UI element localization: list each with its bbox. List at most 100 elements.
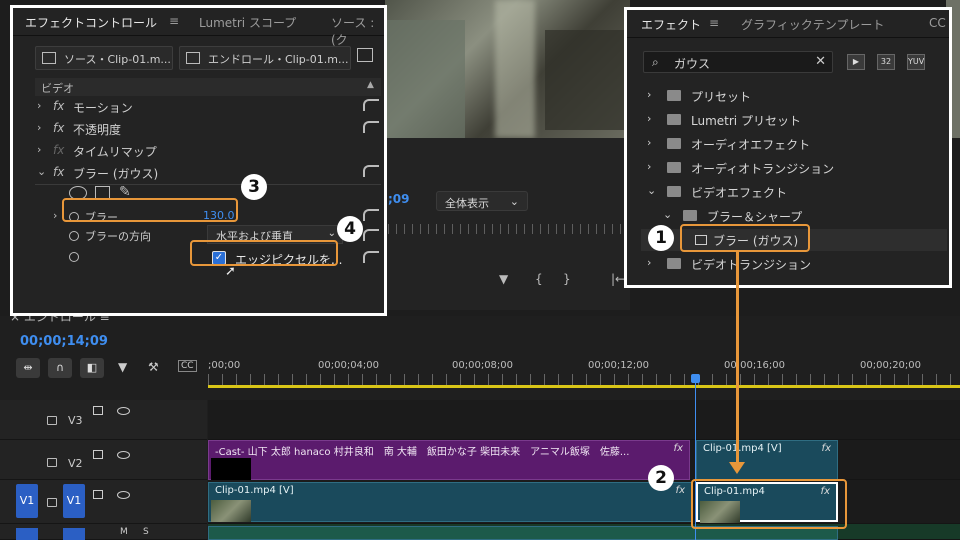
effect-row-time-remap[interactable]: › fx タイムリマップ [35,140,381,162]
divider [35,184,381,185]
blur-reset[interactable] [363,206,381,228]
chevron-right-icon[interactable]: › [647,88,651,101]
program-ruler[interactable] [388,224,630,234]
solo-button[interactable]: S [143,527,149,537]
folder-icon [667,186,681,197]
insert-sequence-icon[interactable]: ⇹ [16,358,40,378]
captions-icon[interactable]: CC [178,360,197,372]
chevron-down-icon: ⌄ [327,228,336,239]
marker-icon[interactable]: ▼ [499,272,508,286]
sync-lock-icon[interactable] [93,450,103,459]
chevron-right-icon[interactable]: › [647,256,651,269]
snap-icon[interactable]: ∩ [48,358,72,378]
chevron-right-icon[interactable]: › [37,121,41,134]
reset-icon[interactable] [363,229,379,241]
reset-icon[interactable] [363,165,379,177]
sync-lock-icon[interactable] [93,406,103,415]
tab-effect-controls[interactable]: エフェクトコントロール [25,14,157,31]
effects-search-input[interactable]: ⌕ ガウス ✕ [643,51,833,73]
tree-item-video-effects[interactable]: ⌄ ビデオエフェクト [647,181,947,203]
clip-v2[interactable]: Clip-01.mp4 [V] fx [696,440,838,480]
eye-icon[interactable] [117,451,130,459]
lock-icon[interactable] [47,416,57,425]
mark-out-icon[interactable]: } [563,272,571,286]
target-clip-button[interactable]: エンドロール・Clip-01.m... [179,46,351,70]
32bit-effects-icon[interactable]: 32 [877,54,895,70]
effect-label: ブラー (ガウス) [73,167,159,181]
chevron-right-icon[interactable]: › [37,143,41,156]
direction-reset[interactable] [363,226,381,248]
accelerated-effects-icon[interactable]: ▶ [847,54,865,70]
chevron-right-icon[interactable]: › [53,209,57,222]
panel-menu-icon[interactable]: ≡ [169,14,179,28]
linked-selection-icon[interactable]: ◧ [80,358,104,378]
fx-icon[interactable]: fx [53,121,64,135]
tree-item-video-transitions[interactable]: › ビデオトランジション [647,253,947,275]
work-area-bar[interactable] [208,385,960,388]
tab-lumetri-scopes[interactable]: Lumetri スコープ [199,14,296,31]
panel-tabs: エフェクト ≡ グラフィックテンプレート CC [627,10,949,38]
timeline-timecode[interactable]: 00;00;14;09 [20,334,108,349]
yuv-effects-icon[interactable]: YUV [907,54,925,70]
track-v3[interactable] [208,400,960,440]
fx-icon[interactable]: fx [53,165,64,179]
chevron-right-icon[interactable]: › [647,136,651,149]
reset-icon[interactable] [363,209,379,221]
stopwatch-icon[interactable] [69,252,79,262]
panel-layout-icon[interactable] [357,48,373,62]
step-badge-2: 2 [648,465,674,491]
go-to-in-icon[interactable]: |← [611,272,625,286]
panel-menu-icon[interactable]: ≡ [709,16,719,30]
effect-row-motion[interactable]: › fx モーション [35,96,381,118]
sequence-icon [186,52,200,64]
eye-icon[interactable] [117,491,130,499]
mute-button[interactable]: M [120,527,128,537]
scroll-up-icon[interactable]: ▲ [367,80,374,90]
effect-row-opacity[interactable]: › fx 不透明度 [35,118,381,140]
reset-icon[interactable] [363,99,379,111]
fx-icon[interactable]: fx [53,99,64,113]
credit-clip[interactable]: -Cast- 山下 太郎 hanaco 村井良和 南 大輔 飯田かな子 柴田未来… [208,440,690,480]
source-patch-v1[interactable]: V1 [16,484,38,518]
edge-reset[interactable] [363,248,381,270]
reset-icon[interactable] [363,121,379,133]
lock-icon[interactable] [47,458,57,467]
tree-item-lumetri-presets[interactable]: › Lumetri プリセット [647,109,947,131]
tab-graphic-templates[interactable]: グラフィックテンプレート [741,16,884,33]
chevron-right-icon[interactable]: › [37,99,41,112]
clip-thumbnail [211,458,251,480]
lock-icon[interactable] [47,498,57,507]
track-target-v1[interactable]: V1 [63,484,85,518]
ruler-label: 00;00;12;00 [588,360,650,371]
track-target-a1[interactable] [63,528,85,540]
source-patch-a1[interactable] [16,528,38,540]
clear-search-icon[interactable]: ✕ [815,54,826,69]
folder-icon [667,114,681,125]
stopwatch-icon[interactable] [69,231,79,241]
source-clip-button[interactable]: ソース・Clip-01.m... [35,46,173,70]
wrench-icon[interactable]: ⚒ [148,360,159,374]
tree-item-audio-effects[interactable]: › オーディオエフェクト [647,133,947,155]
eye-icon[interactable] [117,407,130,415]
reset-icon[interactable] [363,251,379,263]
effect-row-gaussian-blur[interactable]: ⌄ fx ブラー (ガウス) [35,162,381,184]
clip-v1[interactable]: Clip-01.mp4 [V] fx [208,482,692,522]
step-badge-1: 1 [648,225,674,251]
tab-source[interactable]: ソース : (ク [331,14,384,48]
tree-label: オーディオエフェクト [691,138,811,152]
tree-item-presets[interactable]: › プリセット [647,85,947,107]
chevron-right-icon[interactable]: › [647,112,651,125]
transport-controls: ▼ { } |← [385,262,630,302]
add-marker-icon[interactable]: ▼ [118,360,127,374]
chevron-right-icon[interactable]: › [647,160,651,173]
chevron-down-icon[interactable]: ⌄ [663,208,672,221]
sync-lock-icon[interactable] [93,490,103,499]
tree-item-audio-transitions[interactable]: › オーディオトランジション [647,157,947,179]
fit-dropdown[interactable]: 全体表示 ⌄ [436,191,528,211]
chevron-down-icon[interactable]: ⌄ [647,184,656,197]
tab-cc[interactable]: CC [929,16,946,30]
tab-effects[interactable]: エフェクト [641,16,701,33]
mark-in-icon[interactable]: { [535,272,543,286]
chevron-down-icon[interactable]: ⌄ [37,165,46,178]
drag-arrow-line [736,252,739,466]
